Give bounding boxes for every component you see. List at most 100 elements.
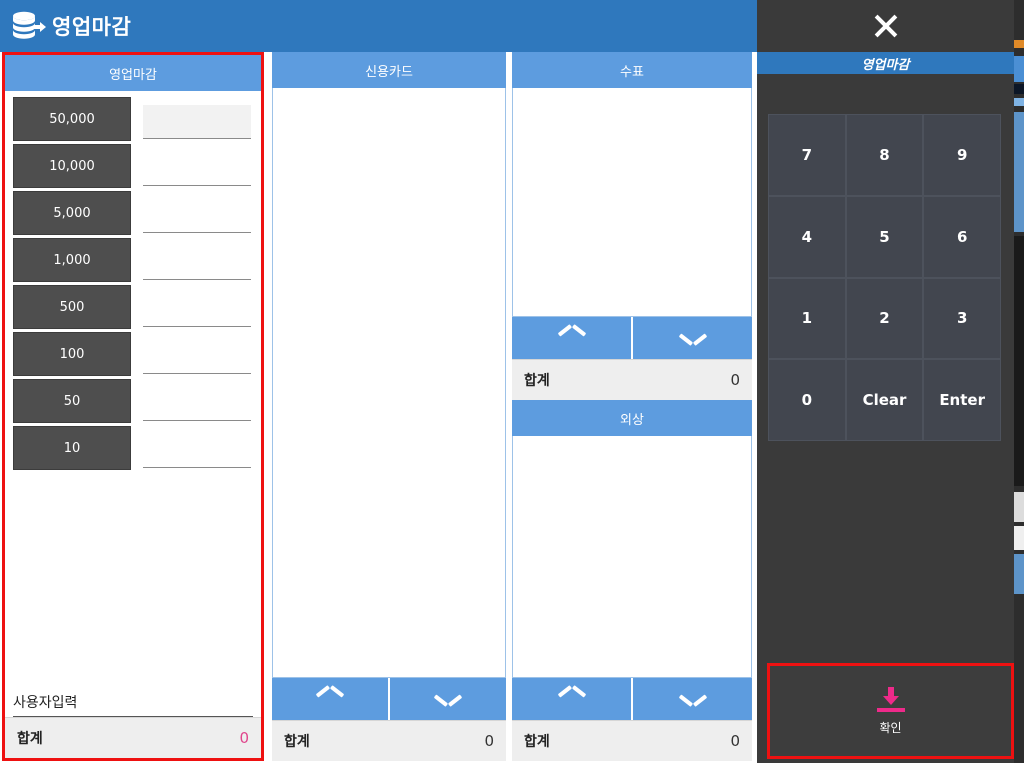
credit-card-panel-header: 신용카드 xyxy=(272,52,506,88)
credit-card-total-label: 합계 xyxy=(284,734,310,750)
confirm-button-label: 확인 xyxy=(879,720,902,735)
denomination-input-500[interactable] xyxy=(143,285,251,329)
key-7[interactable]: 7 xyxy=(768,114,846,196)
denomination-row: 10,000 xyxy=(5,144,261,191)
credit-account-panel-header: 외상 xyxy=(512,400,752,436)
check-panel-header: 수표 xyxy=(512,52,752,88)
denomination-row: 50 xyxy=(5,379,261,426)
confirm-button-highlight: 확인 xyxy=(767,663,1014,759)
download-arrow-icon xyxy=(876,686,906,713)
bg-artifact xyxy=(1014,40,1024,48)
chevron-up-icon xyxy=(317,692,343,706)
denomination-row: 5,000 xyxy=(5,191,261,238)
sidebar: 영업마감 7 8 9 4 5 6 1 2 3 0 Clear Enter xyxy=(757,0,1014,763)
denomination-button-10000[interactable]: 10,000 xyxy=(13,144,131,188)
cash-panel-header: 영업마감 xyxy=(5,55,261,91)
credit-card-scroll-up-button[interactable] xyxy=(272,678,388,720)
denomination-input-50000[interactable] xyxy=(143,97,251,141)
check-scroll-controls xyxy=(512,317,752,359)
key-3[interactable]: 3 xyxy=(923,277,1001,360)
background-window-strip xyxy=(1014,0,1024,763)
denomination-button-100[interactable]: 100 xyxy=(13,332,131,376)
key-enter[interactable]: Enter xyxy=(923,359,1001,441)
denomination-input-1000[interactable] xyxy=(143,238,251,282)
check-total-label: 합계 xyxy=(524,373,550,389)
app-root: 영업마감 영업마감 50,000 10,000 5,000 1,000 500 … xyxy=(0,0,1024,763)
denomination-button-500[interactable]: 500 xyxy=(13,285,131,329)
credit-card-total-value: 0 xyxy=(484,732,494,750)
check-list[interactable] xyxy=(512,88,752,317)
key-5[interactable]: 5 xyxy=(845,195,924,278)
denomination-input-10000[interactable] xyxy=(143,144,251,188)
key-6[interactable]: 6 xyxy=(923,195,1001,278)
credit-card-panel: 신용카드 합계 0 xyxy=(272,52,506,761)
input-underline xyxy=(143,138,251,139)
bg-artifact xyxy=(1014,84,1024,94)
credit-card-scroll-down-button[interactable] xyxy=(390,678,506,720)
chevron-down-icon xyxy=(435,692,461,706)
credit-account-total-label: 합계 xyxy=(524,734,550,750)
input-focus-fill xyxy=(143,105,251,138)
credit-account-total-row: 합계 0 xyxy=(512,720,752,761)
key-4[interactable]: 4 xyxy=(768,195,846,278)
chevron-down-icon xyxy=(680,331,706,345)
chevron-up-icon xyxy=(559,331,585,345)
denomination-row: 1,000 xyxy=(5,238,261,285)
credit-account-list[interactable] xyxy=(512,436,752,678)
check-total-value: 0 xyxy=(730,371,740,389)
chevron-up-icon xyxy=(559,692,585,706)
input-underline xyxy=(143,467,251,468)
credit-card-scroll-controls xyxy=(272,678,506,720)
bg-artifact xyxy=(1014,56,1024,82)
check-scroll-up-button[interactable] xyxy=(512,317,631,359)
input-underline xyxy=(143,373,251,374)
check-scroll-down-button[interactable] xyxy=(633,317,752,359)
close-button[interactable] xyxy=(757,0,1014,52)
chevron-down-icon xyxy=(680,692,706,706)
cash-total-value: 0 xyxy=(239,729,249,747)
cash-denomination-list: 50,000 10,000 5,000 1,000 500 100 50 10 xyxy=(5,91,261,688)
bg-artifact xyxy=(1014,526,1024,550)
check-total-row: 합계 0 xyxy=(512,359,752,400)
close-x-icon xyxy=(869,9,903,43)
key-9[interactable]: 9 xyxy=(923,114,1001,196)
denomination-row: 50,000 xyxy=(5,97,261,144)
coins-stack-arrow-icon xyxy=(10,9,46,43)
denomination-input-50[interactable] xyxy=(143,379,251,423)
denomination-input-10[interactable] xyxy=(143,426,251,470)
cash-total-row: 합계 0 xyxy=(5,717,261,758)
key-1[interactable]: 1 xyxy=(768,277,846,360)
denomination-row: 100 xyxy=(5,332,261,379)
credit-account-panel: 외상 합계 0 xyxy=(512,400,752,761)
credit-account-scroll-up-button[interactable] xyxy=(512,678,631,720)
denomination-input-100[interactable] xyxy=(143,332,251,376)
key-8[interactable]: 8 xyxy=(845,114,924,196)
bg-artifact xyxy=(1014,112,1024,232)
sidebar-title: 영업마감 xyxy=(757,52,1014,74)
input-underline xyxy=(143,185,251,186)
denomination-button-50000[interactable]: 50,000 xyxy=(13,97,131,141)
denomination-button-1000[interactable]: 1,000 xyxy=(13,238,131,282)
input-underline xyxy=(143,232,251,233)
key-clear[interactable]: Clear xyxy=(845,359,924,441)
bg-artifact xyxy=(1014,236,1024,486)
credit-account-scroll-controls xyxy=(512,678,752,720)
bg-artifact xyxy=(1014,492,1024,522)
denomination-button-10[interactable]: 10 xyxy=(13,426,131,470)
cash-total-label: 합계 xyxy=(17,731,43,747)
input-underline xyxy=(143,279,251,280)
numeric-keypad: 7 8 9 4 5 6 1 2 3 0 Clear Enter xyxy=(768,114,1001,441)
denomination-button-50[interactable]: 50 xyxy=(13,379,131,423)
input-underline xyxy=(143,326,251,327)
user-input-field[interactable]: 사용자입력 xyxy=(5,692,261,717)
key-2[interactable]: 2 xyxy=(845,277,924,360)
denomination-input-5000[interactable] xyxy=(143,191,251,235)
check-and-credit-column: 수표 합계 0 외상 합계 0 xyxy=(512,52,752,761)
cash-panel: 영업마감 50,000 10,000 5,000 1,000 500 100 5… xyxy=(2,52,264,761)
credit-card-list[interactable] xyxy=(272,88,506,678)
key-0[interactable]: 0 xyxy=(768,359,846,441)
bg-artifact xyxy=(1014,554,1024,594)
credit-account-scroll-down-button[interactable] xyxy=(633,678,752,720)
confirm-button[interactable]: 확인 xyxy=(770,666,1011,756)
denomination-button-5000[interactable]: 5,000 xyxy=(13,191,131,235)
